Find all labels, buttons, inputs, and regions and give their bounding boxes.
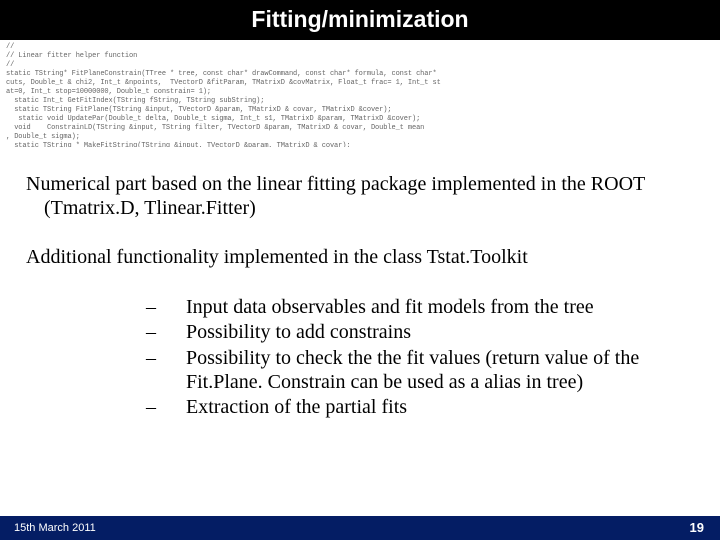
- slide-body: Numerical part based on the linear fitti…: [0, 147, 720, 516]
- footer-date-rest: March 2011: [35, 522, 95, 534]
- footer-date: 15th March 2011: [14, 522, 96, 534]
- footer-date-ord: 15th: [14, 522, 35, 534]
- code-snippet: // // Linear fitter helper function // s…: [0, 40, 720, 147]
- bullet-text: Extraction of the partial fits: [186, 396, 694, 420]
- paragraph-1: Numerical part based on the linear fitti…: [26, 173, 694, 220]
- bullet-item: – Possibility to add constrains: [146, 321, 694, 345]
- dash-icon: –: [146, 396, 186, 420]
- bullet-list: – Input data observables and fit models …: [26, 296, 694, 420]
- dash-icon: –: [146, 296, 186, 320]
- page-number: 19: [690, 520, 704, 535]
- bullet-item: – Input data observables and fit models …: [146, 296, 694, 320]
- paragraph-2: Additional functionality implemented in …: [26, 246, 694, 270]
- slide-title: Fitting/minimization: [0, 0, 720, 40]
- bullet-text: Possibility to add constrains: [186, 321, 694, 345]
- bullet-item: – Extraction of the partial fits: [146, 396, 694, 420]
- bullet-text: Possibility to check the the fit values …: [186, 347, 694, 394]
- bullet-item: – Possibility to check the the fit value…: [146, 347, 694, 394]
- bullet-text: Input data observables and fit models fr…: [186, 296, 694, 320]
- footer: 15th March 2011 19: [0, 516, 720, 540]
- dash-icon: –: [146, 321, 186, 345]
- slide: Fitting/minimization // // Linear fitter…: [0, 0, 720, 540]
- dash-icon: –: [146, 347, 186, 371]
